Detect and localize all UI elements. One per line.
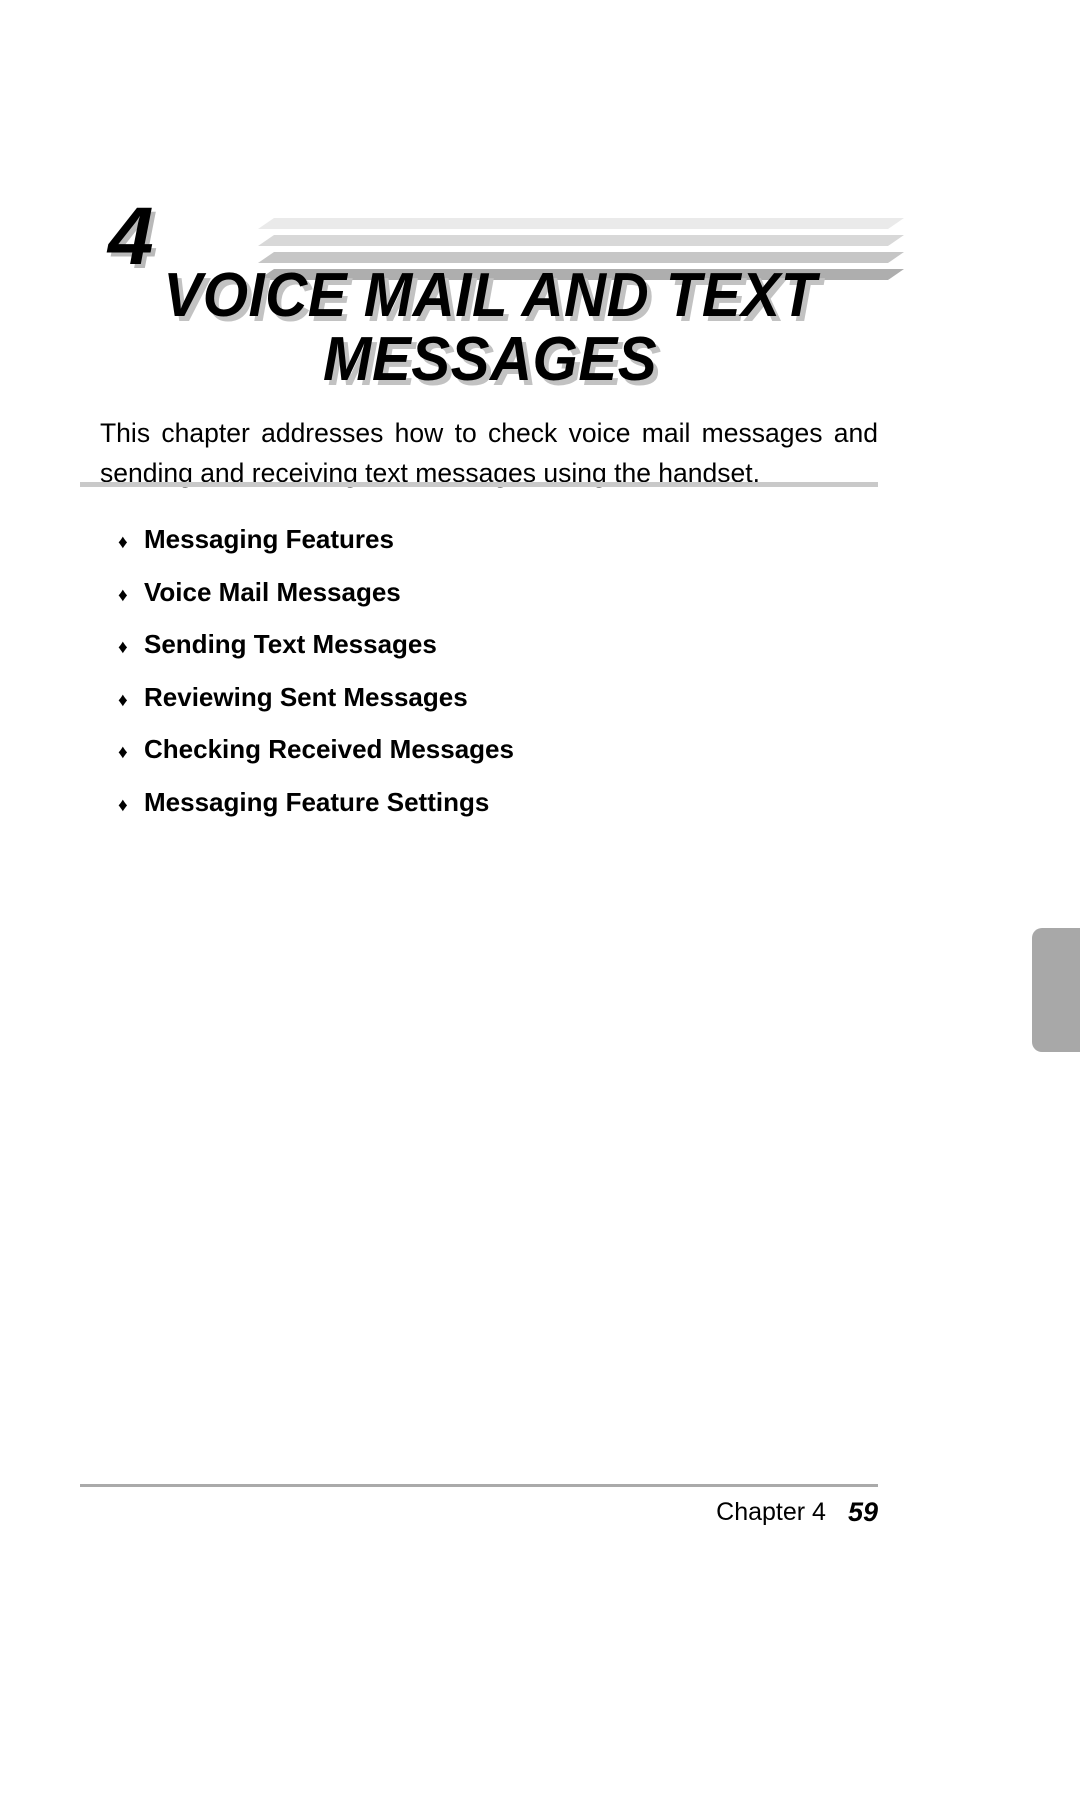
diamond-bullet-icon: ♦ [118, 584, 128, 606]
chapter-title: VOICE MAIL AND TEXT MESSAGES [163, 260, 817, 394]
list-item: ♦ Voice Mail Messages [118, 577, 838, 630]
list-item-label: Voice Mail Messages [144, 576, 401, 607]
bar-right-bevel-icon [888, 235, 904, 246]
document-page: 4 VOICE MAIL AND TEXT MESSAGES This chap… [0, 0, 1080, 1800]
footer-chapter-label: Chapter 4 [716, 1497, 826, 1526]
list-item: ♦ Reviewing Sent Messages [118, 682, 838, 735]
list-item: ♦ Checking Received Messages [118, 734, 838, 787]
list-item-label: Reviewing Sent Messages [144, 681, 468, 712]
chapter-header-band: 4 [0, 96, 1080, 280]
list-item-label: Sending Text Messages [144, 629, 437, 659]
chapter-intro-paragraph: This chapter addresses how to check voic… [100, 417, 878, 488]
decorative-bar-2 [258, 235, 904, 246]
list-item: ♦ Messaging Features [118, 524, 838, 577]
diamond-bullet-icon: ♦ [118, 794, 128, 816]
list-item-label: Checking Received Messages [144, 734, 514, 764]
list-item-label: Messaging Features [144, 524, 394, 554]
bar-left-bevel-icon [258, 218, 274, 229]
page-number: 59 [847, 1496, 878, 1527]
diamond-bullet-icon: ♦ [118, 532, 128, 553]
section-divider [80, 482, 878, 487]
list-item: ♦ Messaging Feature Settings [118, 787, 838, 840]
list-item-label: Messaging Feature Settings [144, 786, 490, 817]
bar-right-bevel-icon [888, 252, 904, 263]
chapter-contents-list: ♦ Messaging Features ♦ Voice Mail Messag… [118, 524, 838, 839]
footer-divider [80, 1484, 878, 1487]
edge-thumb-tab [1032, 928, 1080, 1052]
decorative-bar-1 [258, 218, 904, 229]
bar-body [274, 235, 888, 246]
diamond-bullet-icon: ♦ [118, 637, 128, 658]
bar-right-bevel-icon [888, 218, 904, 229]
bar-right-bevel-icon [888, 269, 904, 280]
list-item: ♦ Sending Text Messages [118, 629, 838, 682]
bar-left-bevel-icon [258, 235, 274, 246]
page-footer: Chapter 4 59 [80, 1492, 878, 1532]
bar-body [274, 218, 888, 229]
diamond-bullet-icon: ♦ [118, 689, 128, 711]
diamond-bullet-icon: ♦ [118, 742, 128, 763]
